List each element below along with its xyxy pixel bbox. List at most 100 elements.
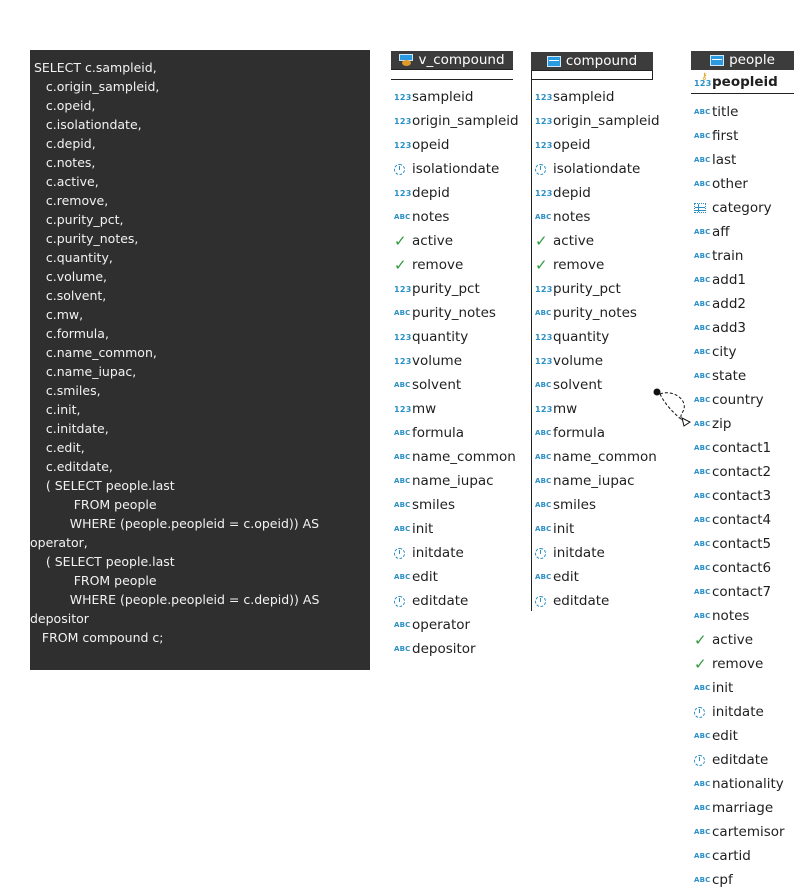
- column-row[interactable]: ABC formula: [391, 421, 513, 445]
- column-row[interactable]: ABC title: [691, 100, 794, 124]
- column-row[interactable]: ABC contact7: [691, 580, 794, 604]
- column-row[interactable]: 123 opeid: [391, 133, 513, 157]
- column-row[interactable]: ABC smiles: [391, 493, 513, 517]
- column-name: init: [412, 521, 434, 537]
- column-name: cpf: [712, 872, 733, 888]
- entity-v-compound[interactable]: v_compound 123 sampleid 123 origin_sampleid…: [391, 51, 519, 661]
- column-name: purity_notes: [553, 305, 637, 321]
- column-row[interactable]: ABC country: [691, 388, 794, 412]
- column-row[interactable]: ABC contact5: [691, 532, 794, 556]
- column-row[interactable]: 123 quantity: [391, 325, 513, 349]
- column-row[interactable]: 123 origin_sampleid: [532, 109, 660, 133]
- column-row[interactable]: ABC purity_notes: [532, 301, 653, 325]
- column-row[interactable]: 123 mw: [391, 397, 513, 421]
- column-row[interactable]: ABC smiles: [532, 493, 653, 517]
- column-row[interactable]: ✓ remove: [532, 253, 653, 277]
- column-row[interactable]: ✓ active: [691, 628, 794, 652]
- primary-key-column[interactable]: 123 ⚷ peopleid: [691, 70, 794, 94]
- column-row[interactable]: ABC train: [691, 244, 794, 268]
- column-row[interactable]: 123 origin_sampleid: [391, 109, 519, 133]
- column-row[interactable]: ✓ remove: [391, 253, 513, 277]
- column-row[interactable]: initdate: [391, 541, 513, 565]
- entity-people[interactable]: people 123 ⚷ peopleid ABC title ABC first ABC…: [691, 51, 794, 892]
- column-row[interactable]: ABC marriage: [691, 796, 794, 820]
- column-row[interactable]: initdate: [532, 541, 653, 565]
- sql-line: c.depid,: [30, 136, 96, 151]
- column-row[interactable]: editdate: [691, 748, 794, 772]
- column-row[interactable]: ABC contact2: [691, 460, 794, 484]
- column-row[interactable]: ABC init: [691, 676, 794, 700]
- column-row[interactable]: 123 mw: [532, 397, 653, 421]
- column-row[interactable]: ABC notes: [691, 604, 794, 628]
- column-row[interactable]: ABC init: [532, 517, 653, 541]
- column-row[interactable]: 123 depid: [391, 181, 513, 205]
- column-row[interactable]: ABC purity_notes: [391, 301, 513, 325]
- column-row[interactable]: ABC init: [391, 517, 513, 541]
- column-row[interactable]: 123 purity_pct: [391, 277, 513, 301]
- column-row[interactable]: ABC name_iupac: [532, 469, 653, 493]
- column-row[interactable]: editdate: [391, 589, 513, 613]
- column-row[interactable]: 123 sampleid: [532, 85, 653, 109]
- column-row[interactable]: ABC zip: [691, 412, 794, 436]
- column-row[interactable]: 123 volume: [532, 349, 653, 373]
- column-row[interactable]: ABC edit: [691, 724, 794, 748]
- column-row[interactable]: ABC name_common: [532, 445, 657, 469]
- column-row[interactable]: ABC notes: [391, 205, 513, 229]
- column-name: cartid: [712, 848, 751, 864]
- column-row[interactable]: ABC last: [691, 148, 794, 172]
- column-row[interactable]: ABC other: [691, 172, 794, 196]
- entity-compound[interactable]: compound 123 sampleid 123 origin_sampleid 12…: [531, 52, 660, 613]
- column-row[interactable]: ABC first: [691, 124, 794, 148]
- column-row[interactable]: ABC add2: [691, 292, 794, 316]
- entity-header-people[interactable]: people: [691, 51, 794, 70]
- column-row[interactable]: ABC solvent: [532, 373, 653, 397]
- column-row[interactable]: ✓ active: [391, 229, 513, 253]
- column-row[interactable]: ABC solvent: [391, 373, 513, 397]
- column-row[interactable]: 123 sampleid: [391, 85, 513, 109]
- text-type-icon: ABC: [394, 429, 411, 437]
- column-row[interactable]: ABC contact3: [691, 484, 794, 508]
- numeric-type-icon: 123: [535, 140, 553, 150]
- column-row[interactable]: isolationdate: [391, 157, 513, 181]
- column-row[interactable]: ABC state: [691, 364, 794, 388]
- numeric-type-icon: 123: [535, 284, 553, 294]
- column-row[interactable]: ABC city: [691, 340, 794, 364]
- column-row[interactable]: 123 opeid: [532, 133, 653, 157]
- column-row[interactable]: 123 quantity: [532, 325, 653, 349]
- column-row[interactable]: ABC cartid: [691, 844, 794, 868]
- sql-line: WHERE (people.peopleid = c.depid)) AS: [30, 592, 320, 607]
- column-row[interactable]: ABC cartemisor: [691, 820, 794, 844]
- entity-header-compound[interactable]: compound: [531, 52, 653, 71]
- column-row[interactable]: ABC name_common: [391, 445, 516, 469]
- column-row[interactable]: 123 depid: [532, 181, 653, 205]
- text-type-icon: ABC: [694, 300, 711, 308]
- column-row[interactable]: ABC add3: [691, 316, 794, 340]
- column-row[interactable]: ABC contact4: [691, 508, 794, 532]
- column-row[interactable]: ABC name_iupac: [391, 469, 513, 493]
- column-row[interactable]: ABC notes: [532, 205, 653, 229]
- column-row[interactable]: ✓ active: [532, 229, 653, 253]
- column-row[interactable]: ABC nationality: [691, 772, 794, 796]
- column-row[interactable]: ABC contact1: [691, 436, 794, 460]
- column-row[interactable]: ABC depositor: [391, 637, 513, 661]
- column-row[interactable]: ABC cpf: [691, 868, 794, 892]
- column-row[interactable]: ABC operator: [391, 613, 513, 637]
- column-row[interactable]: ABC formula: [532, 421, 653, 445]
- column-row[interactable]: ABC aff: [691, 220, 794, 244]
- entity-header-v-compound[interactable]: v_compound: [391, 51, 513, 70]
- text-type-icon: ABC: [394, 477, 411, 485]
- column-row[interactable]: 123 purity_pct: [532, 277, 653, 301]
- column-row[interactable]: initdate: [691, 700, 794, 724]
- column-row[interactable]: 123 volume: [391, 349, 513, 373]
- column-row[interactable]: editdate: [532, 589, 653, 613]
- column-row[interactable]: ABC edit: [532, 565, 653, 589]
- column-row[interactable]: isolationdate: [532, 157, 653, 181]
- numeric-type-icon: 123: [535, 356, 553, 366]
- text-type-icon: ABC: [535, 501, 552, 509]
- column-row[interactable]: ABC edit: [391, 565, 513, 589]
- column-row[interactable]: ABC add1: [691, 268, 794, 292]
- sql-line: c.solvent,: [30, 288, 107, 303]
- column-row[interactable]: category: [691, 196, 794, 220]
- column-row[interactable]: ✓ remove: [691, 652, 794, 676]
- column-row[interactable]: ABC contact6: [691, 556, 794, 580]
